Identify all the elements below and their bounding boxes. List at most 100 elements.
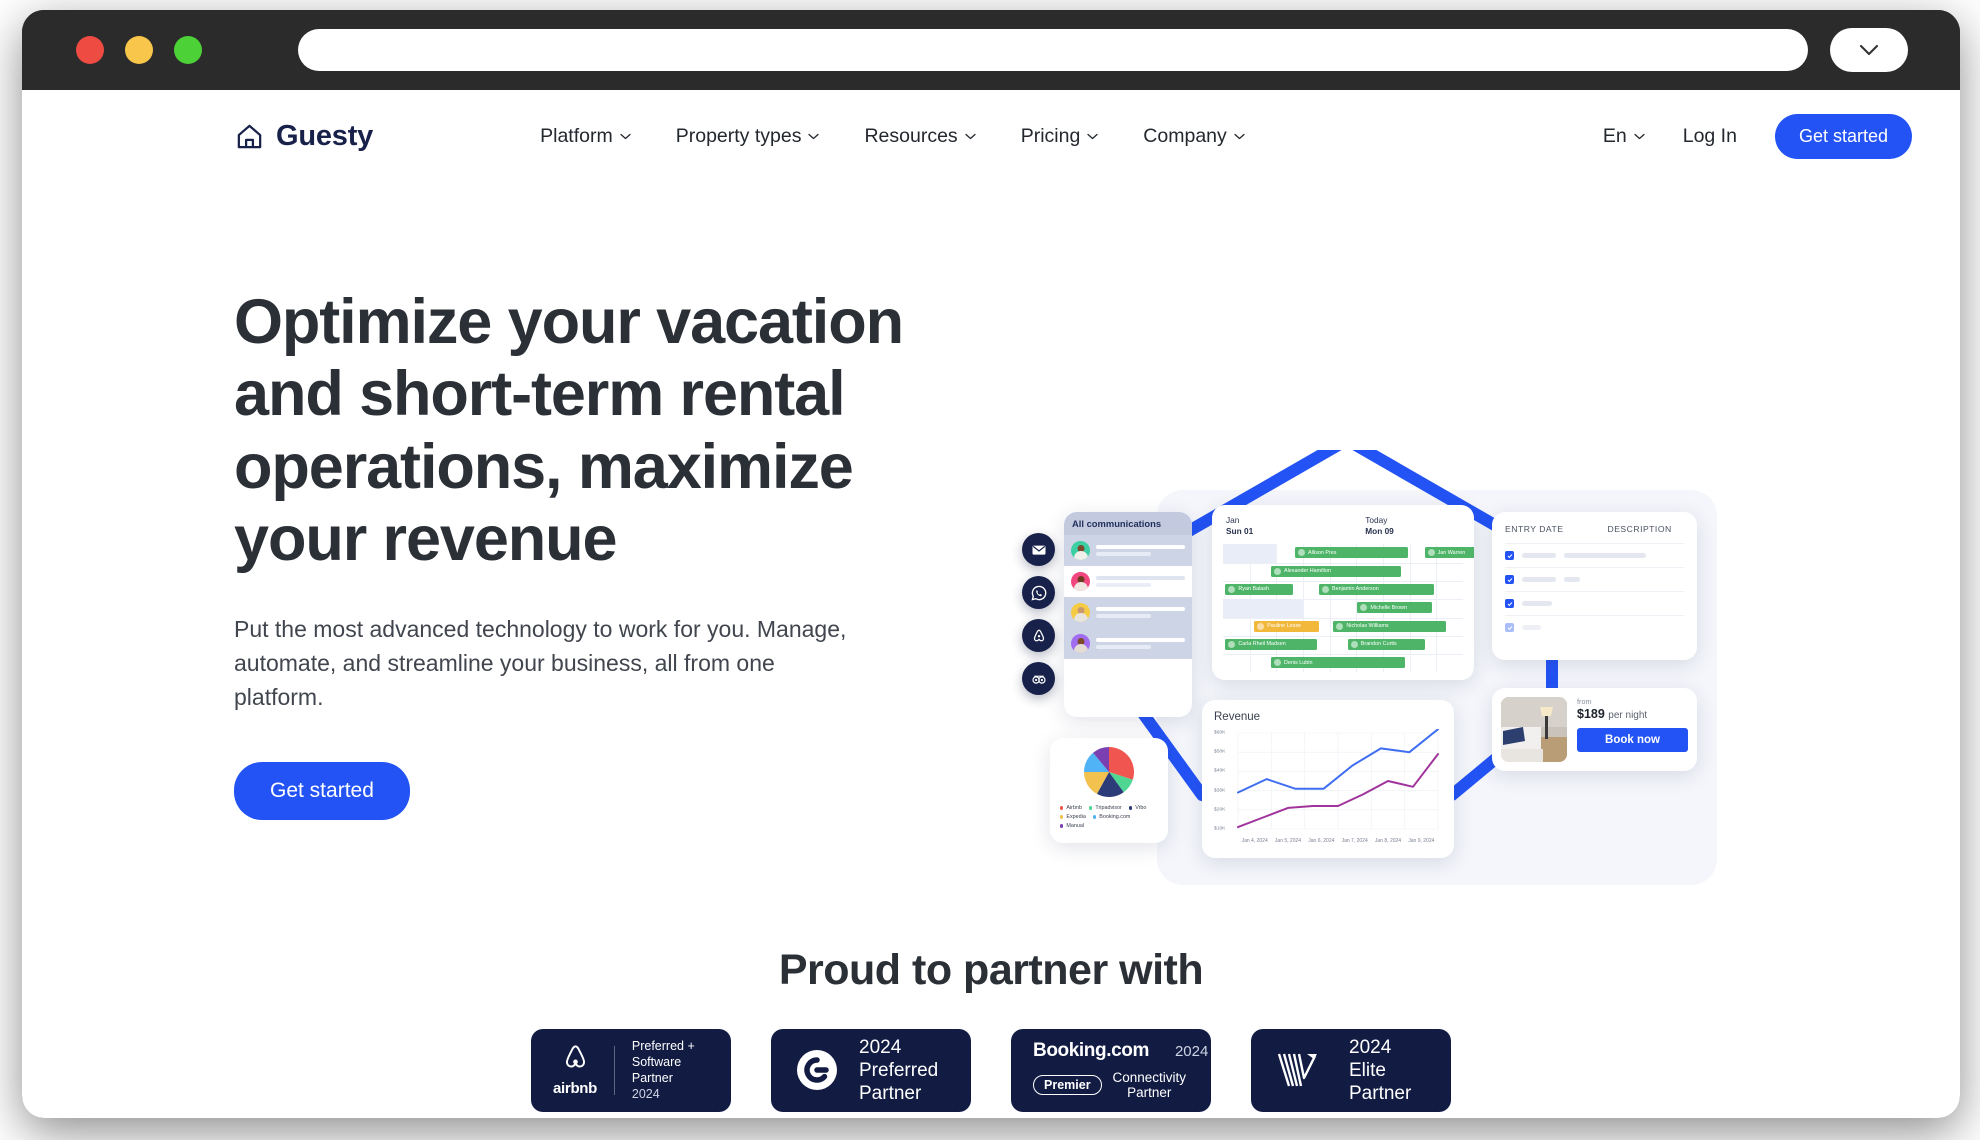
pie-legend-item: Airbnb (1060, 805, 1082, 811)
revenue-x-tick: Jan 7, 2024 (1341, 838, 1368, 844)
revenue-chart-card: Revenue $60K $50K $40K $30K $20K $10K Jan 4, 2… (1202, 700, 1454, 858)
nav-label: Property types (675, 124, 802, 147)
hero-subtitle: Put the most advanced technology to work… (234, 615, 847, 710)
airbnb-wordmark: airbnb (553, 1080, 598, 1098)
site-header: Guesty Platform Property types Resources… (22, 90, 1960, 182)
calendar-right-day: Mon 09 (1365, 526, 1394, 537)
language-label: En (1602, 124, 1627, 147)
minimize-window-button[interactable] (125, 36, 153, 64)
legend-label: Manual (1066, 823, 1085, 829)
partners-section: Proud to partner with airbnb Preferred +… (22, 946, 1960, 1112)
calendar-booking-bar[interactable]: Alexander Hamilton (1271, 565, 1401, 577)
expedia-partner-text: 2024 Preferred Partner (859, 1036, 938, 1106)
booking-badge-bottom: Premier Connectivity Partner (1033, 1070, 1189, 1100)
airbnb-line-2: Software Partner (631, 1055, 682, 1086)
calendar-booking-bar[interactable]: Ryan Balash (1225, 583, 1293, 595)
column-description: DESCRIPTION (1607, 524, 1672, 534)
tripadvisor-icon[interactable] (1022, 662, 1055, 695)
table-row[interactable] (1505, 591, 1684, 615)
guesty-logo[interactable]: Guesty (234, 120, 373, 153)
calendar-booking-bar[interactable]: Carla Rheil Madsen (1225, 638, 1317, 650)
avatar (1071, 572, 1090, 591)
calendar-booking-bar[interactable]: Pauline Lesse (1254, 620, 1319, 632)
booking-guest-name: Denis Lubin (1284, 659, 1313, 666)
pie-legend-item: Manual (1060, 823, 1084, 829)
airbnb-icon[interactable] (1022, 619, 1055, 652)
booking-price-unit: per night (1608, 710, 1648, 721)
airbnb-logo: airbnb (553, 1043, 614, 1097)
communication-row[interactable] (1064, 535, 1192, 566)
airbnb-icon (565, 1045, 585, 1068)
login-link[interactable]: Log In (1683, 125, 1737, 148)
address-bar-input[interactable] (298, 29, 1808, 71)
book-now-button[interactable]: Book now (1577, 728, 1688, 752)
bedroom-photo (1501, 697, 1567, 762)
booking-avatar-icon (1274, 567, 1281, 575)
close-window-button[interactable] (76, 36, 104, 64)
legend-color-dot (1060, 824, 1064, 828)
partner-badge-airbnb[interactable]: airbnb Preferred + Software Partner 2024 (531, 1028, 731, 1112)
nav-item-company[interactable]: Company (1143, 124, 1245, 148)
nav-label: Company (1143, 124, 1227, 147)
booking-avatar-icon (1274, 659, 1281, 667)
pie-legend-item: Expedia (1060, 814, 1086, 820)
calendar-gridline (1223, 617, 1463, 619)
revenue-x-tick: Jan 9, 2024 (1408, 838, 1435, 844)
communication-row[interactable] (1064, 566, 1192, 597)
hero-copy: Optimize your vacation and short-term re… (234, 286, 924, 820)
checkbox-checked-icon[interactable] (1505, 599, 1514, 608)
revenue-x-tick: Jan 5, 2024 (1274, 838, 1302, 844)
vrbo-icon (1277, 1053, 1317, 1087)
nav-label: Pricing (1020, 124, 1081, 147)
whatsapp-icon[interactable] (1022, 576, 1055, 609)
communication-row[interactable] (1064, 597, 1192, 628)
avatar (1071, 541, 1090, 560)
maximize-window-button[interactable] (174, 36, 202, 64)
table-row[interactable] (1505, 567, 1684, 591)
vrbo-partner-text: 2024 Elite Partner (1349, 1036, 1411, 1106)
chevron-down-icon[interactable] (1830, 28, 1908, 72)
partner-badge-expedia[interactable]: 2024 Preferred Partner (771, 1028, 971, 1112)
calendar-booking-bar[interactable]: Allison Pres (1295, 547, 1408, 559)
calendar-booking-bar[interactable]: Brandon Curtis (1347, 638, 1425, 650)
table-row[interactable] (1505, 543, 1684, 567)
nav-item-platform[interactable]: Platform (540, 125, 631, 148)
checkbox-checked-icon[interactable] (1505, 551, 1514, 560)
calendar-booking-bar[interactable]: Denis Lubin (1271, 657, 1406, 669)
airbnb-year: 2024 (631, 1087, 660, 1102)
calendar-booking-bar[interactable]: Jan Warren (1424, 547, 1474, 559)
booking-guest-name: Brandon Curtis (1360, 641, 1397, 648)
table-row[interactable] (1505, 615, 1684, 639)
calendar-left-day: Sun 01 (1226, 526, 1254, 537)
revenue-line-chart (1237, 728, 1439, 830)
browser-title-bar (22, 10, 1960, 90)
booking-partner-text: Connectivity Partner (1112, 1070, 1187, 1101)
pie-legend-item: Booking.com (1092, 814, 1130, 820)
partner-badge-vrbo[interactable]: 2024 Elite Partner (1251, 1028, 1451, 1112)
legend-label: Tripadvisor (1095, 805, 1122, 811)
calendar-booking-bar[interactable]: Nicholas Williams (1333, 620, 1447, 632)
legend-color-dot (1092, 815, 1097, 819)
nav-item-property-types[interactable]: Property types (676, 125, 820, 148)
nav-item-pricing[interactable]: Pricing (1021, 125, 1099, 148)
hero-title: Optimize your vacation and short-term re… (234, 287, 904, 575)
hero-illustration: All communications Jan Sun 01 Today Mon … (1022, 450, 1742, 920)
language-selector[interactable]: En (1603, 125, 1645, 148)
checkbox-checked-icon[interactable] (1505, 623, 1514, 632)
hero-get-started-button[interactable]: Get started (234, 761, 410, 820)
window-controls (76, 36, 202, 64)
communication-row[interactable] (1064, 628, 1192, 659)
calendar-booking-bar[interactable]: Benjamin Anderson (1319, 583, 1435, 595)
calendar-gridline (1223, 635, 1463, 637)
header-get-started-button[interactable]: Get started (1774, 113, 1912, 159)
all-communications-card: All communications (1064, 512, 1192, 717)
checkbox-checked-icon[interactable] (1505, 575, 1514, 584)
channel-pie-chart (1084, 747, 1135, 798)
email-icon[interactable] (1022, 533, 1055, 566)
partner-badge-booking[interactable]: Booking.com 2024 Premier Connectivity Pa… (1011, 1028, 1211, 1112)
entry-table-card: ENTRY DATE DESCRIPTION (1492, 512, 1697, 660)
nav-item-resources[interactable]: Resources (864, 125, 976, 148)
column-entry-date: ENTRY DATE (1505, 524, 1564, 534)
booking-from-label: from (1577, 697, 1592, 706)
calendar-booking-bar[interactable]: Michelle Brown (1357, 602, 1432, 614)
